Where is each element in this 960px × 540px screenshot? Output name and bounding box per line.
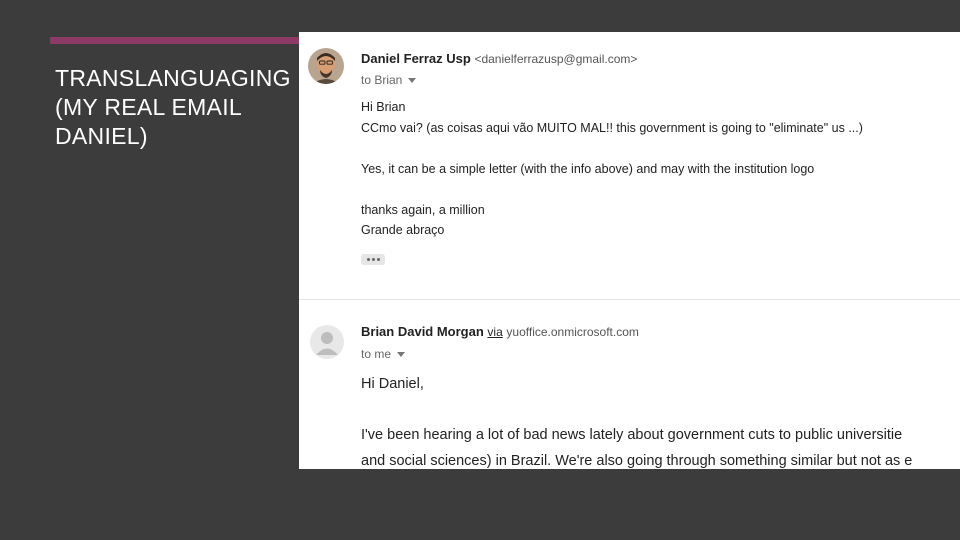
sender-line: Daniel Ferraz Usp <danielferrazusp@gmail… bbox=[361, 51, 637, 66]
message-line: Grande abraço bbox=[361, 223, 445, 237]
message-line: Hi Brian bbox=[361, 100, 406, 114]
accent-bar bbox=[50, 37, 310, 44]
sender-name[interactable]: Brian David Morgan bbox=[361, 324, 484, 339]
sender-email: <danielferrazusp@gmail.com> bbox=[474, 52, 638, 66]
message-line: thanks again, a million bbox=[361, 203, 485, 217]
ellipsis-icon bbox=[376, 258, 380, 261]
chevron-down-icon[interactable] bbox=[408, 78, 417, 84]
recipient-label: to me bbox=[361, 347, 392, 361]
generic-person-icon bbox=[316, 332, 338, 355]
chevron-down-icon[interactable] bbox=[397, 352, 406, 358]
message-line: Yes, it can be a simple letter (with the… bbox=[361, 162, 815, 176]
via-domain: yuoffice.onmicrosoft.com bbox=[506, 325, 639, 339]
recipient-line[interactable]: to me bbox=[361, 347, 406, 361]
slide-title: TRANSLANGUAGING (MY REAL EMAIL DANIEL) bbox=[55, 65, 291, 149]
message-line: Hi Daniel, bbox=[361, 376, 424, 392]
ellipsis-icon bbox=[366, 258, 370, 261]
email-screenshot: Daniel Ferraz Usp <danielferrazusp@gmail… bbox=[299, 32, 960, 469]
sender-avatar-photo bbox=[308, 48, 344, 84]
message-line: CCmo vai? (as coisas aqui vão MUITO MAL!… bbox=[361, 121, 863, 135]
recipient-line[interactable]: to Brian bbox=[361, 73, 417, 87]
sender-name[interactable]: Daniel Ferraz Usp bbox=[361, 51, 471, 66]
sender-line: Brian David Morgan via yuoffice.onmicros… bbox=[361, 324, 639, 339]
recipient-label: to Brian bbox=[361, 73, 403, 87]
message-line: I've been hearing a lot of bad news late… bbox=[361, 427, 903, 443]
ellipsis-icon bbox=[371, 258, 375, 261]
sender-avatar-generic bbox=[310, 325, 344, 359]
via-label[interactable]: via bbox=[487, 325, 502, 339]
message-divider bbox=[299, 299, 960, 300]
person-photo-avatar-icon bbox=[308, 48, 344, 84]
show-trimmed-content-button[interactable] bbox=[361, 254, 385, 265]
message-line: and social sciences) in Brazil. We're al… bbox=[361, 453, 913, 469]
